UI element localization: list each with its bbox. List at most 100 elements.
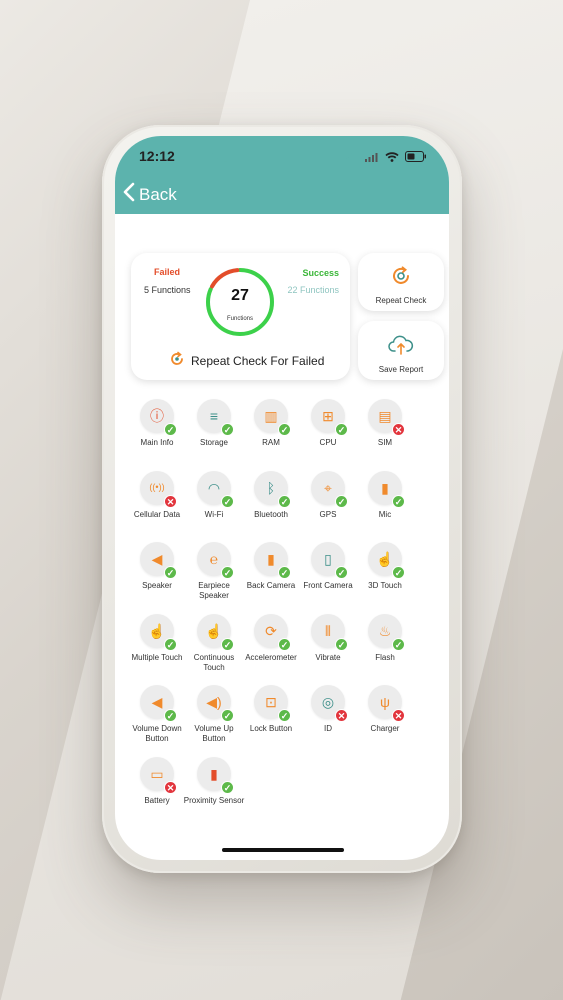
fail-x-icon: ✕	[164, 494, 177, 508]
function-item[interactable]: ▮ ✓ Proximity Sensor	[183, 756, 245, 806]
app-header: 12:12 Back	[115, 136, 449, 214]
proximity-icon: ▮ ✓	[197, 756, 234, 794]
function-item[interactable]: ⌖ ✓ GPS	[298, 470, 358, 520]
function-item[interactable]: ▯ ✓ Front Camera	[298, 542, 358, 591]
check-icon: ✓	[278, 423, 291, 436]
function-item[interactable]: ⊡ ✓ Lock Button	[241, 685, 301, 734]
function-item[interactable]: ◀) ✓ Volume Up Button	[184, 685, 244, 744]
function-label: RAM	[262, 438, 280, 447]
fail-x-icon: ✕	[392, 709, 405, 722]
function-label: Volume Down Button	[132, 724, 182, 743]
function-label: Flash	[375, 652, 395, 662]
notch	[211, 136, 353, 162]
failed-count: 5 Functions	[144, 285, 191, 295]
check-icon: ✓	[278, 637, 291, 651]
total-count: 27	[231, 287, 249, 304]
function-label: Charger	[370, 724, 400, 733]
info-icon: ⓘ ✓	[140, 399, 177, 436]
check-icon: ✓	[221, 494, 234, 508]
check-icon: ✓	[221, 709, 234, 722]
function-item[interactable]: ▥ ✓ RAM	[241, 399, 301, 448]
function-label: Continuous Touch	[193, 652, 235, 672]
function-label: ID	[324, 724, 332, 733]
check-icon: ✓	[221, 637, 234, 651]
sim-icon: ▤ ✕	[368, 399, 405, 436]
repeat-check-button[interactable]: Repeat Check	[358, 253, 444, 311]
function-item[interactable]: ▤ ✕ SIM	[355, 399, 415, 448]
function-item[interactable]: ☝ ✓ Continuous Touch	[184, 613, 244, 673]
check-icon: ✓	[392, 566, 405, 579]
function-item[interactable]: ◀ ✓ Speaker	[127, 542, 187, 591]
function-item[interactable]: ◎ ✕ ID	[298, 685, 358, 734]
function-item[interactable]: ▮ ✓ Mic	[355, 470, 415, 520]
check-icon: ✓	[335, 494, 348, 508]
accelerometer-icon: ⟳ ✓	[254, 613, 291, 651]
function-item[interactable]: ▭ ✕ Battery	[127, 756, 187, 806]
check-icon: ✓	[221, 566, 234, 579]
function-item[interactable]: ≡ ✓ Storage	[184, 399, 244, 448]
function-item[interactable]: ◀ ✓ Volume Down Button	[127, 685, 187, 744]
flash-icon: ♨ ✓	[368, 613, 405, 651]
fail-x-icon: ✕	[335, 709, 348, 722]
function-item[interactable]: ☝ ✓ Multiple Touch	[127, 613, 187, 663]
failed-label: Failed	[154, 267, 181, 277]
function-item[interactable]: ψ ✕ Charger	[355, 685, 415, 734]
function-label: 3D Touch	[368, 581, 402, 590]
function-item[interactable]: ◠ ✓ Wi-Fi	[184, 470, 244, 520]
function-item[interactable]: ⓘ ✓ Main Info	[127, 399, 187, 448]
wifi-status-icon	[385, 149, 399, 167]
speaker-icon: ◀ ✓	[140, 542, 177, 579]
check-icon: ✓	[392, 494, 405, 508]
repeat-check-label: Repeat Check	[375, 296, 427, 305]
function-item[interactable]: ⦀ ✓ Vibrate	[298, 613, 358, 663]
check-icon: ✓	[278, 709, 291, 722]
app-screen: 12:12 Back Failed 5 Functions 27 Functio…	[115, 136, 449, 860]
battery-status-icon	[405, 149, 427, 167]
volume-up-icon: ◀) ✓	[197, 685, 234, 722]
function-item[interactable]: ▮ ✓ Back Camera	[241, 542, 301, 591]
summary-card: Failed 5 Functions 27 Functions Success …	[131, 253, 350, 380]
function-label: Multiple Touch	[131, 652, 183, 662]
repeat-check-failed-button[interactable]: Repeat Check For Failed	[169, 351, 324, 370]
function-item[interactable]: ℮ ✓ Earpiece Speaker	[184, 542, 244, 601]
repeat-failed-label: Repeat Check For Failed	[191, 353, 325, 368]
function-item[interactable]: ♨ ✓ Flash	[355, 613, 415, 663]
lock-icon: ⊡ ✓	[254, 685, 291, 722]
function-label: Wi-Fi	[204, 509, 224, 519]
fingerprint-icon: ◎ ✕	[311, 685, 348, 722]
function-label: Front Camera	[303, 581, 353, 590]
check-icon: ✓	[164, 709, 177, 722]
signal-icon	[365, 149, 379, 167]
back-label: Back	[139, 184, 177, 204]
wifi-icon: ◠ ✓	[197, 470, 234, 508]
status-time: 12:12	[139, 148, 175, 164]
function-label: Proximity Sensor	[183, 795, 245, 805]
check-icon: ✓	[392, 637, 405, 651]
check-icon: ✓	[278, 566, 291, 579]
function-label: Cellular Data	[133, 509, 181, 519]
front-camera-icon: ▯ ✓	[311, 542, 348, 579]
function-label: Bluetooth	[254, 509, 288, 519]
function-label: Storage	[199, 438, 229, 447]
back-button[interactable]: Back	[123, 182, 177, 207]
function-item[interactable]: ⟳ ✓ Accelerometer	[241, 613, 301, 663]
function-label: Vibrate	[315, 652, 341, 662]
function-label: Back Camera	[246, 581, 296, 590]
function-item[interactable]: ⊞ ✓ CPU	[298, 399, 358, 448]
repeat-gear-icon	[390, 265, 412, 292]
function-item[interactable]: ((•)) ✕ Cellular Data	[127, 470, 187, 520]
function-label: CPU	[319, 438, 337, 447]
volume-down-icon: ◀ ✓	[140, 685, 177, 722]
storage-icon: ≡ ✓	[197, 399, 234, 436]
ear-icon: ℮ ✓	[197, 542, 234, 579]
multi-touch-icon: ☝ ✓	[140, 613, 177, 651]
function-item[interactable]: ᛒ ✓ Bluetooth	[241, 470, 301, 520]
status-icons	[365, 149, 427, 167]
ram-icon: ▥ ✓	[254, 399, 291, 436]
save-report-button[interactable]: Save Report	[358, 321, 444, 380]
save-report-label: Save Report	[378, 365, 424, 374]
vibrate-icon: ⦀ ✓	[311, 613, 348, 651]
function-label: Battery	[144, 795, 170, 805]
function-label: SIM	[377, 438, 393, 447]
function-item[interactable]: ☝ ✓ 3D Touch	[355, 542, 415, 591]
